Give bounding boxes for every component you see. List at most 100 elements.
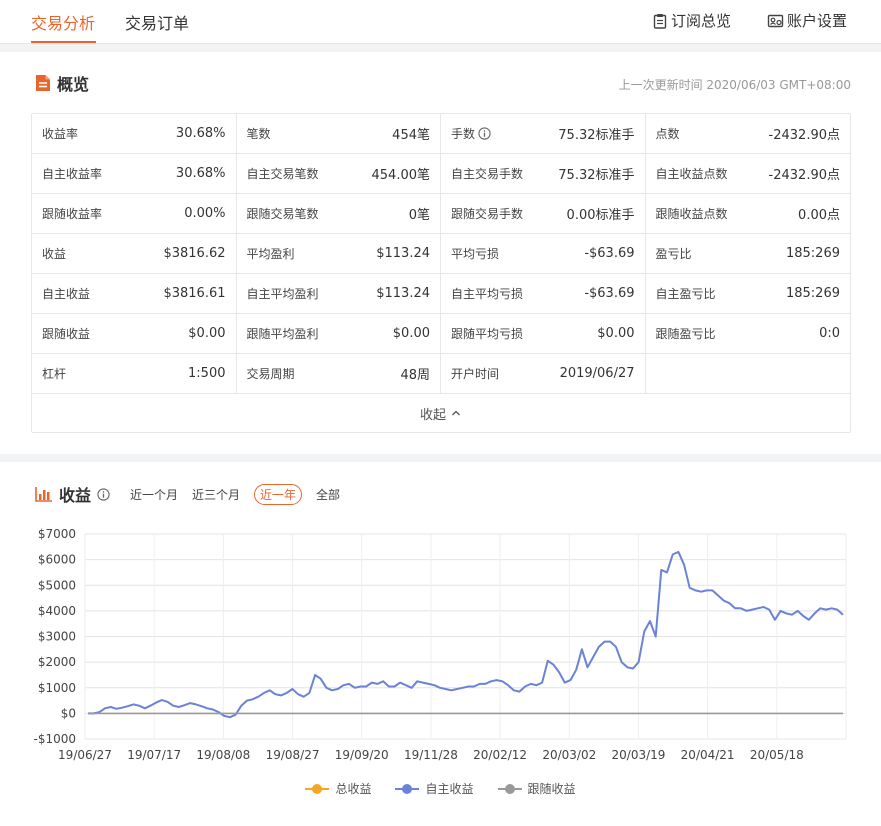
x-tick-label: 20/02/12 xyxy=(473,748,527,762)
info-icon[interactable] xyxy=(478,127,491,140)
income-card: 收益 近一个月 近三个月 近一年 全部 $7000 $6000 $5000 $4000… xyxy=(0,462,881,826)
stat-value: $0.00 xyxy=(597,326,635,341)
account-settings-label: 账户设置 xyxy=(787,12,848,30)
y-tick-label: $7000 xyxy=(38,527,76,541)
tab-trade-orders[interactable]: 交易订单 xyxy=(125,10,189,34)
legend-item-total[interactable]: 总收益 xyxy=(305,780,371,797)
stat-label: 跟随盈亏比 xyxy=(655,327,716,341)
overview-stats-table: 收益率 30.68% 笔数 454笔 手数 75.32标准手 点数 -2432.90点 … xyxy=(31,113,851,433)
stat-value: 30.68% xyxy=(175,126,226,141)
active-tab-indicator xyxy=(31,41,96,43)
stat-cell: 跟随盈亏比 0:0 xyxy=(646,314,851,353)
y-tick-label: $4000 xyxy=(38,604,76,618)
collapse-button[interactable]: 收起 xyxy=(32,394,850,432)
stat-value: 75.32标准手 xyxy=(558,168,635,183)
stat-value: -2432.90点 xyxy=(768,128,840,143)
stat-value: 0:0 xyxy=(819,326,840,341)
y-tick-label: $6000 xyxy=(38,553,76,567)
subscribe-overview-link[interactable]: 订阅总览 xyxy=(652,10,731,31)
info-icon[interactable] xyxy=(97,487,110,501)
stat-label-text: 手数 xyxy=(451,127,476,141)
stat-label: 点数 xyxy=(655,127,680,141)
stat-cell: 点数 -2432.90点 xyxy=(646,114,851,153)
stat-cell: 收益 $3816.62 xyxy=(32,234,237,273)
stat-value: 454笔 xyxy=(392,128,430,143)
stat-value: 0笔 xyxy=(408,208,430,223)
legend-marker xyxy=(305,783,330,795)
table-row: 收益 $3816.62 平均盈利 $113.24 平均亏损 -$63.69 盈亏比 18… xyxy=(32,234,850,274)
stat-label-lots: 手数 xyxy=(451,125,491,142)
period-tab-all[interactable]: 全部 xyxy=(316,486,340,503)
chevron-up-icon xyxy=(452,410,460,416)
stat-value: 75.32标准手 xyxy=(558,128,635,143)
table-row: 跟随收益 $0.00 跟随平均盈利 $0.00 跟随平均亏损 $0.00 跟随盈亏比 0… xyxy=(32,314,850,354)
subscribe-overview-label: 订阅总览 xyxy=(671,12,732,30)
stat-cell: 杠杆 1:500 xyxy=(32,354,237,393)
tab-trade-analysis[interactable]: 交易分析 xyxy=(31,10,95,34)
stat-value: $113.24 xyxy=(376,286,430,301)
stat-cell: 跟随交易手数 0.00标准手 xyxy=(441,194,646,233)
x-tick-label: 19/11/28 xyxy=(404,748,458,762)
stat-label: 跟随交易手数 xyxy=(451,207,524,221)
stat-label: 收益 xyxy=(42,247,67,261)
stat-value: 0.00% xyxy=(184,206,226,221)
table-row: 自主收益率 30.68% 自主交易笔数 454.00笔 自主交易手数 75.32标准手… xyxy=(32,154,850,194)
period-tab-1-year[interactable]: 近一年 xyxy=(254,484,303,505)
stat-value: 48周 xyxy=(400,368,430,383)
stat-value: -$63.69 xyxy=(584,246,635,261)
x-tick-label: 19/06/27 xyxy=(58,748,112,762)
stat-value: 2019/06/27 xyxy=(559,366,635,381)
x-tick-label: 20/03/19 xyxy=(612,748,666,762)
stat-cell: 笔数 454笔 xyxy=(237,114,441,153)
period-tab-1-month[interactable]: 近一个月 xyxy=(130,486,178,503)
stat-value: 0.00标准手 xyxy=(566,208,635,223)
table-row: 杠杆 1:500 交易周期 48周 开户时间 2019/06/27 xyxy=(32,354,850,394)
x-tick-label: 19/07/17 xyxy=(127,748,181,762)
stat-cell: 跟随平均亏损 $0.00 xyxy=(441,314,646,353)
stat-label: 开户时间 xyxy=(451,367,500,381)
stat-value: $0.00 xyxy=(188,326,226,341)
clipboard-icon xyxy=(653,13,667,29)
income-title: 收益 xyxy=(35,482,110,506)
stat-value: 1:500 xyxy=(188,366,226,381)
stat-cell: 盈亏比 185:269 xyxy=(646,234,851,273)
stat-cell: 跟随收益 $0.00 xyxy=(32,314,237,353)
stat-label: 跟随平均盈利 xyxy=(246,327,319,341)
x-tick-label: 19/08/27 xyxy=(266,748,320,762)
series-line-self-income xyxy=(88,550,844,719)
stat-label: 跟随收益 xyxy=(42,327,91,341)
account-settings-link[interactable]: 账户设置 xyxy=(767,10,847,31)
legend-label: 跟随收益 xyxy=(527,782,576,796)
stat-value: 185:269 xyxy=(785,246,840,261)
period-tabs: 近一个月 近三个月 近一年 全部 xyxy=(130,484,340,505)
table-row: 收益率 30.68% 笔数 454笔 手数 75.32标准手 点数 -2432.90点 xyxy=(32,114,850,154)
legend-item-follow[interactable]: 跟随收益 xyxy=(497,780,576,797)
legend-label: 总收益 xyxy=(335,782,372,796)
income-title-text: 收益 xyxy=(59,486,92,505)
stat-cell: 自主平均亏损 -$63.69 xyxy=(441,274,646,313)
table-row: 跟随收益率 0.00% 跟随交易笔数 0笔 跟随交易手数 0.00标准手 跟随收益点数… xyxy=(32,194,850,234)
legend-item-self[interactable]: 自主收益 xyxy=(395,780,474,797)
stat-cell: 开户时间 2019/06/27 xyxy=(441,354,646,393)
stat-cell: 自主平均盈利 $113.24 xyxy=(237,274,441,313)
x-tick-label: 20/03/02 xyxy=(542,748,596,762)
last-update-time: 上一次更新时间 2020/06/03 GMT+08:00 xyxy=(618,78,851,92)
stat-label: 盈亏比 xyxy=(655,247,692,261)
stat-label: 跟随收益率 xyxy=(42,207,103,221)
table-row: 自主收益 $3816.61 自主平均盈利 $113.24 自主平均亏损 -$63.69… xyxy=(32,274,850,314)
stat-value: $3816.62 xyxy=(163,246,226,261)
stat-value: 0.00点 xyxy=(798,208,840,223)
stat-value: 185:269 xyxy=(785,286,840,301)
x-tick-label: 20/05/18 xyxy=(750,748,804,762)
y-tick-label: $2000 xyxy=(38,655,76,669)
stat-value: 30.68% xyxy=(175,166,226,181)
collapse-label: 收起 xyxy=(419,407,446,423)
x-tick-label: 19/08/08 xyxy=(196,748,250,762)
stat-value: $3816.61 xyxy=(163,286,226,301)
stat-label: 平均亏损 xyxy=(451,247,500,261)
period-tab-3-months[interactable]: 近三个月 xyxy=(192,486,240,503)
stat-label: 交易周期 xyxy=(246,367,295,381)
y-tick-label: $3000 xyxy=(38,630,76,644)
stat-label: 跟随交易笔数 xyxy=(246,207,319,221)
stat-label: 自主盈亏比 xyxy=(655,287,716,301)
